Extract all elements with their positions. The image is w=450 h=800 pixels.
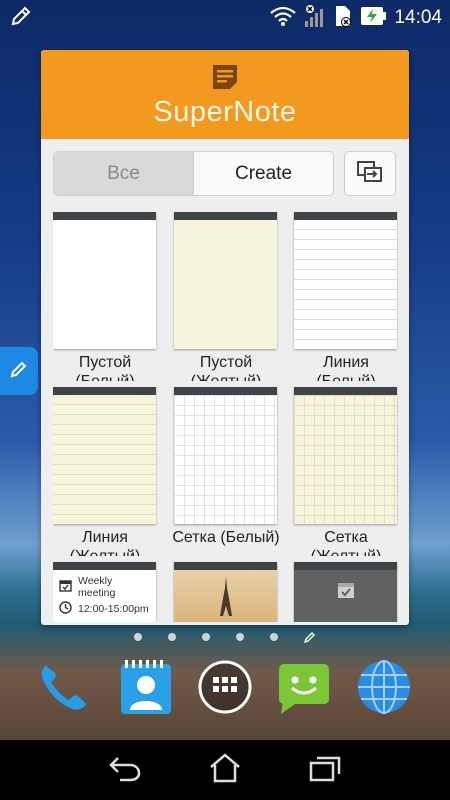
template-lined-white[interactable]: Линия(Белый) — [294, 212, 397, 381]
template-label: Линия — [323, 354, 369, 371]
filter-tabs: Все Create — [53, 151, 334, 196]
signal-icon — [304, 4, 326, 32]
template-photo[interactable] — [174, 562, 277, 622]
template-label: Пустой — [78, 354, 132, 371]
page-dot[interactable] — [202, 633, 210, 641]
template-label: Сетка (Белый) — [172, 529, 280, 546]
widget-toolbar: Все Create — [53, 151, 396, 196]
status-bar: 14:04 — [0, 0, 450, 32]
back-button[interactable] — [100, 750, 150, 790]
template-label: Пустой — [199, 354, 253, 371]
home-button[interactable] — [200, 750, 250, 790]
contacts-icon[interactable] — [117, 658, 175, 716]
template-grid: Пустой(Белый) Пустой(Желтый) Линия(Белый… — [53, 212, 398, 622]
edit-pages-icon[interactable] — [303, 628, 316, 647]
template-thumbnail: Weekly meeting 12:00-15:00pm — [53, 562, 156, 622]
template-sublabel: (Желтый) — [286, 547, 398, 556]
page-dot[interactable] — [134, 633, 142, 641]
template-meeting[interactable]: Weekly meeting 12:00-15:00pm — [53, 562, 156, 622]
template-sublabel: (Желтый) — [53, 547, 165, 556]
template-blank-white[interactable]: Пустой(Белый) — [53, 212, 156, 381]
dock — [0, 654, 450, 724]
page-dot[interactable] — [236, 633, 244, 641]
tab-all[interactable]: Все — [54, 152, 194, 195]
meeting-title: Weekly meeting — [78, 575, 116, 599]
widget-header[interactable]: SuperNote — [41, 50, 409, 139]
template-thumbnail — [53, 387, 156, 524]
template-thumbnail — [294, 212, 397, 349]
recent-apps-button[interactable] — [300, 750, 350, 790]
tab-create[interactable]: Create — [194, 152, 333, 195]
pencil-icon — [9, 359, 29, 383]
template-sublabel: (Белый) — [286, 372, 398, 381]
browser-icon[interactable] — [355, 658, 413, 716]
app-drawer-icon[interactable] — [196, 658, 254, 716]
template-thumbnail — [53, 212, 156, 349]
calendar-check-icon — [336, 580, 356, 604]
template-thumbnail — [174, 562, 277, 622]
back-icon — [108, 754, 142, 786]
page-indicator — [0, 630, 450, 644]
meeting-time: 12:00-15:00pm — [78, 603, 149, 615]
template-thumbnail — [174, 212, 277, 349]
template-blank-yellow[interactable]: Пустой(Желтый) — [174, 212, 277, 381]
template-grid-white[interactable]: Сетка (Белый) — [172, 387, 280, 556]
supernote-widget: SuperNote Все Create Пустой(Белый) Пусто… — [41, 50, 409, 625]
edit-icon — [10, 5, 32, 31]
import-button[interactable] — [344, 151, 396, 196]
page-dot[interactable] — [270, 633, 278, 641]
template-thumbnail — [294, 562, 397, 622]
clock: 14:04 — [394, 7, 442, 28]
template-label: Линия — [82, 529, 128, 546]
import-icon — [356, 160, 384, 188]
supernote-logo-icon — [210, 62, 240, 92]
clock-icon — [59, 601, 72, 617]
app-title: SuperNote — [153, 96, 297, 128]
recent-apps-icon — [308, 754, 342, 786]
template-thumbnail — [294, 387, 397, 524]
eiffel-tower-icon — [219, 576, 233, 620]
template-dark[interactable] — [294, 562, 397, 622]
wifi-icon — [270, 5, 297, 31]
phone-icon[interactable] — [32, 658, 90, 716]
quick-memo-edge-tab[interactable] — [0, 347, 38, 395]
page-dot[interactable] — [168, 633, 176, 641]
navigation-bar — [0, 740, 450, 800]
messaging-icon[interactable] — [275, 658, 333, 716]
template-sublabel: (Белый) — [53, 372, 165, 381]
calendar-check-icon — [59, 579, 72, 595]
sim-icon — [334, 4, 352, 32]
template-sublabel: (Желтый) — [166, 372, 286, 381]
template-label: Сетка — [324, 529, 368, 546]
template-lined-yellow[interactable]: Линия(Желтый) — [53, 387, 156, 556]
template-thumbnail — [174, 387, 277, 524]
template-grid-yellow[interactable]: Сетка(Желтый) — [294, 387, 397, 556]
home-icon — [208, 753, 242, 787]
battery-charging-icon — [360, 5, 387, 31]
